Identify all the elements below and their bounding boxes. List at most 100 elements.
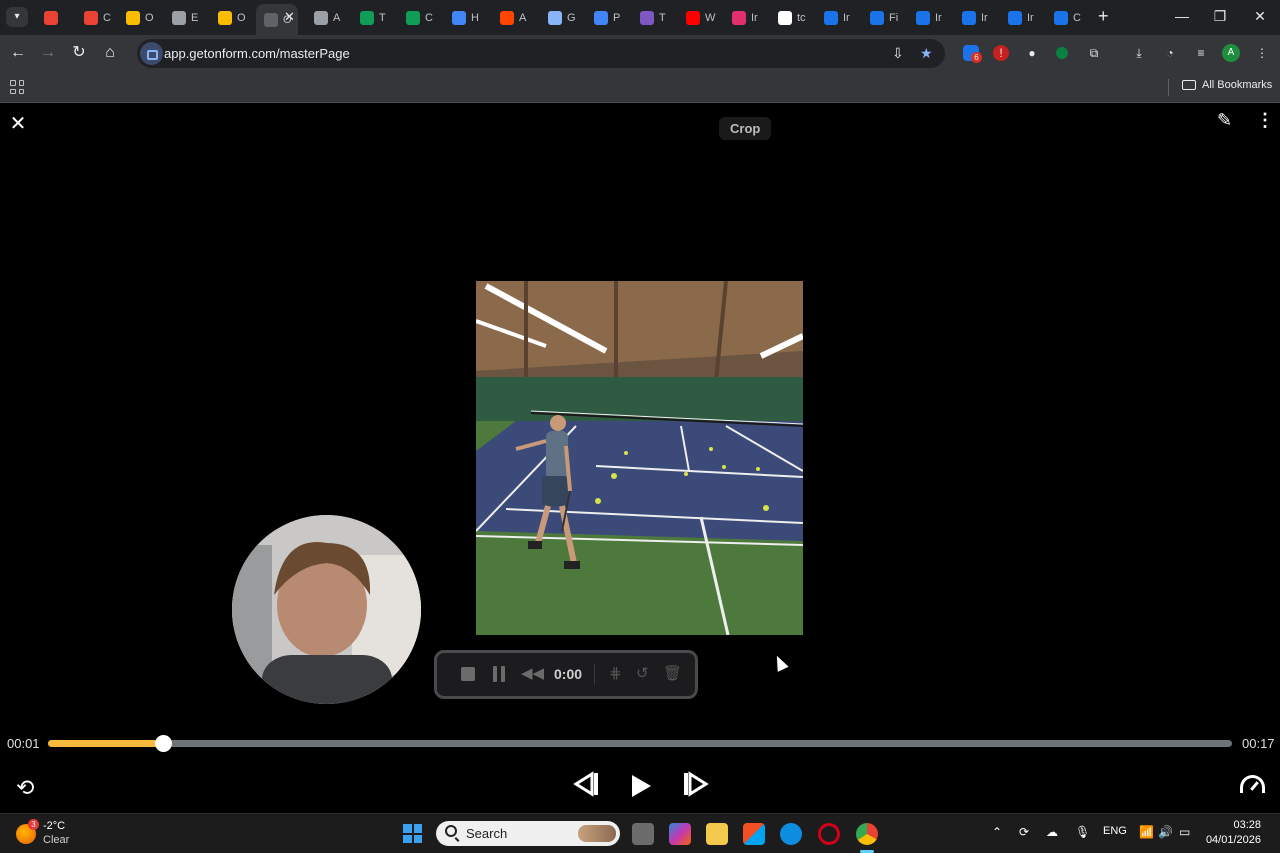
window-close-button[interactable]: ✕ — [1250, 8, 1270, 25]
tab-favicon-icon — [916, 11, 930, 25]
extension-drop-icon[interactable]: ● — [1024, 45, 1040, 61]
bookmark-star-icon[interactable]: ★ — [920, 45, 933, 62]
forward-button[interactable]: → — [38, 43, 58, 63]
microsoft-store-icon[interactable] — [743, 823, 765, 845]
reload-button[interactable]: ↻ — [69, 43, 89, 63]
skip-forward-icon[interactable] — [682, 771, 710, 797]
tab-favicon-icon — [218, 11, 232, 25]
wifi-icon[interactable]: 📶 — [1139, 825, 1154, 839]
microphone-icon[interactable]: 🎙 — [1075, 825, 1090, 839]
copilot-icon[interactable] — [669, 823, 691, 845]
grid-icon[interactable]: ⋕ — [609, 664, 622, 682]
tab-title: C — [1073, 12, 1081, 24]
browser-tab[interactable]: Ir — [724, 6, 770, 30]
browser-tab[interactable]: Ir — [816, 6, 862, 30]
pencil-icon[interactable]: ✎ — [1217, 110, 1232, 131]
tray-overflow-icon[interactable]: ⌃ — [992, 825, 1002, 839]
apps-grid-icon[interactable] — [10, 80, 24, 94]
extension-green-icon[interactable] — [1056, 47, 1068, 59]
extension-alert-icon[interactable]: ! — [993, 45, 1009, 61]
downloads-icon[interactable]: ⤓ — [1131, 45, 1147, 61]
browser-tab[interactable]: W — [678, 6, 724, 30]
crop-button[interactable]: Crop — [719, 117, 772, 140]
sync-icon[interactable]: ⟳ — [1019, 825, 1029, 839]
windows-start-icon[interactable] — [403, 824, 422, 843]
browser-tab[interactable]: E — [164, 6, 210, 30]
delete-icon[interactable]: 🗑 — [663, 664, 682, 682]
weather-description[interactable]: Clear — [43, 834, 69, 846]
timeline-progress — [48, 740, 163, 747]
performance-icon[interactable]: ◔ — [1162, 45, 1178, 61]
language-indicator[interactable]: ENG — [1103, 825, 1127, 837]
browser-tab[interactable]: P — [586, 6, 632, 30]
close-icon[interactable]: ✕ — [8, 111, 28, 136]
url-text[interactable]: app.getonform.com/masterPage — [164, 46, 350, 61]
back-button[interactable]: ← — [8, 43, 28, 63]
current-time: 00:01 — [7, 736, 40, 751]
chrome-menu-icon[interactable]: ⋮ — [1254, 45, 1270, 61]
bookmarks-divider — [1168, 79, 1169, 96]
volume-icon[interactable]: 🔊 — [1158, 825, 1173, 839]
pause-recording-button[interactable] — [493, 666, 505, 682]
browser-tab[interactable]: O — [118, 6, 164, 30]
stop-recording-button[interactable] — [461, 667, 475, 681]
total-time: 00:17 — [1242, 736, 1275, 751]
site-info-icon[interactable] — [140, 42, 163, 65]
browser-tab[interactable]: O — [210, 6, 256, 30]
browser-tab[interactable]: Ir — [954, 6, 1000, 30]
windows-taskbar: 3 -2°C Clear Search ⌃ ⟳ ☁ 🎙 ENG 📶 🔊 ▭ 03… — [0, 813, 1280, 853]
browser-tab[interactable]: Ir — [908, 6, 954, 30]
battery-icon[interactable]: ▭ — [1179, 825, 1190, 839]
video-frame[interactable] — [476, 281, 803, 635]
browser-tab[interactable]: T — [352, 6, 398, 30]
media-controls-icon[interactable]: ≡ — [1193, 45, 1209, 61]
timeline-track[interactable] — [48, 735, 1232, 752]
browser-tab[interactable]: C — [398, 6, 444, 30]
browser-tab[interactable]: H — [444, 6, 490, 30]
browser-tab[interactable]: T — [632, 6, 678, 30]
browser-tab[interactable]: tc — [770, 6, 816, 30]
browser-tab[interactable]: C — [1046, 6, 1092, 30]
rewind-icon[interactable]: ◀◀ — [521, 664, 544, 682]
install-app-icon[interactable]: ⇩ — [892, 45, 904, 62]
skip-back-icon[interactable] — [572, 771, 600, 797]
address-bar[interactable]: app.getonform.com/masterPage ⇩ ★ — [137, 39, 945, 68]
play-icon[interactable] — [632, 775, 651, 797]
browser-tab[interactable]: A — [306, 6, 352, 30]
edge-icon[interactable] — [780, 823, 802, 845]
chrome-icon[interactable] — [856, 823, 878, 845]
taskbar-search[interactable]: Search — [436, 821, 620, 846]
tab-title: O — [145, 12, 154, 24]
browser-tab[interactable]: A — [492, 6, 538, 30]
minimize-button[interactable]: — — [1172, 8, 1192, 24]
home-button[interactable]: ⌂ — [100, 43, 120, 63]
kebab-menu-icon[interactable]: ⋮ — [1256, 110, 1274, 131]
clock-date[interactable]: 04/01/2026 — [1201, 834, 1261, 846]
browser-tab[interactable]: Ir — [1000, 6, 1046, 30]
speed-gauge-icon[interactable] — [1240, 775, 1265, 793]
tab-favicon-icon — [172, 11, 186, 25]
browser-tab[interactable]: C — [76, 6, 122, 30]
timeline-scrubber[interactable] — [154, 735, 172, 752]
clock-time[interactable]: 03:28 — [1211, 819, 1261, 831]
tab-favicon-icon — [640, 11, 654, 25]
tab-favicon-icon — [452, 11, 466, 25]
opera-icon[interactable] — [818, 823, 840, 845]
new-tab-button[interactable]: + — [1098, 6, 1109, 27]
file-explorer-icon[interactable] — [706, 823, 728, 845]
loop-icon[interactable]: ⟲ — [16, 775, 34, 801]
browser-tab[interactable]: Fi — [862, 6, 908, 30]
restore-button[interactable]: ❐ — [1210, 8, 1230, 25]
profile-avatar[interactable]: A — [1222, 44, 1240, 62]
onedrive-icon[interactable]: ☁ — [1046, 825, 1058, 839]
tab-search-button[interactable]: ▾ — [6, 7, 28, 27]
task-view-icon[interactable] — [632, 823, 654, 845]
all-bookmarks-button[interactable]: All Bookmarks — [1182, 79, 1272, 91]
restart-icon[interactable]: ↺ — [636, 664, 649, 682]
webcam-bubble[interactable] — [232, 515, 421, 704]
extensions-puzzle-icon[interactable]: ⧉ — [1086, 45, 1102, 61]
browser-tab[interactable]: G — [540, 6, 586, 30]
video-editor: ✕ Crop ✎ ⋮ ◀◀ 0:00 ⋕ ↺ 🗑 00:01 00:17 ⟲ — [0, 103, 1280, 813]
weather-temperature[interactable]: -2°C — [43, 820, 65, 832]
tab-close-icon[interactable]: ✕ — [284, 9, 295, 25]
